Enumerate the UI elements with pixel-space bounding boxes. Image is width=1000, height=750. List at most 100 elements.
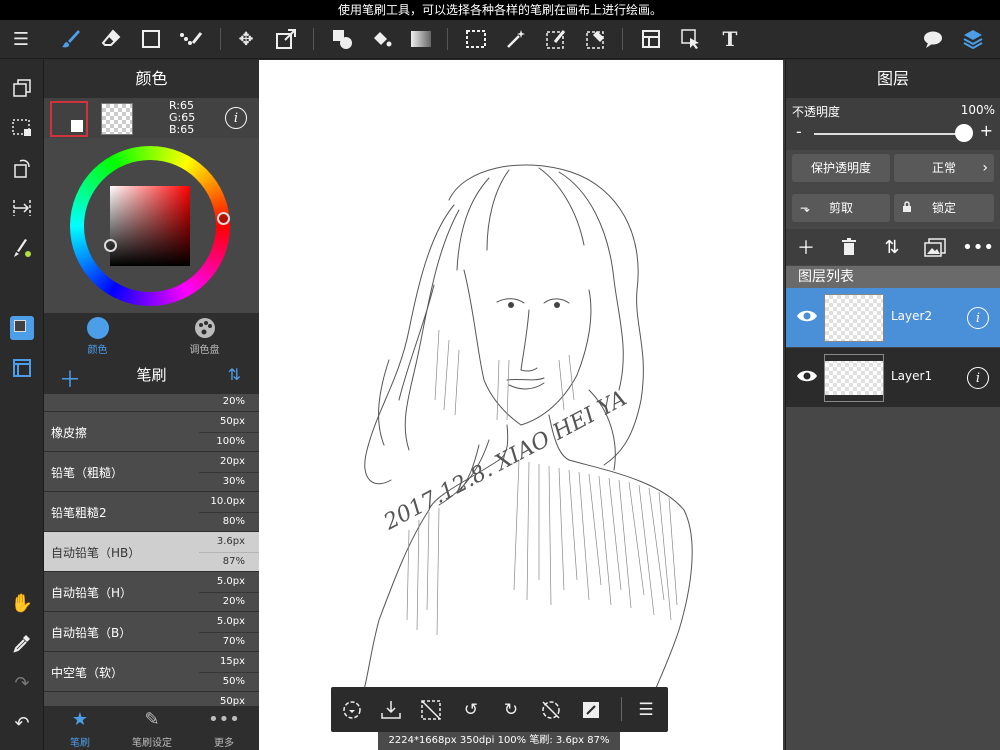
drawing-canvas[interactable]: 2017.12.8. XIAO HEI YA: [259, 60, 783, 750]
brush-settings-icon: ✎: [144, 709, 160, 730]
no-snap-icon[interactable]: [536, 695, 566, 725]
text-icon[interactable]: T: [711, 20, 749, 58]
undo-icon[interactable]: ↶: [4, 707, 40, 739]
eye-icon[interactable]: [796, 308, 818, 327]
layer-row-layer1[interactable]: Layer1 i: [786, 348, 1000, 408]
palette-icon: [194, 317, 216, 339]
sort-brush-icon[interactable]: ⇅: [228, 365, 241, 384]
lasso-rotate-icon[interactable]: [337, 695, 367, 725]
saturation-value-square[interactable]: [110, 186, 190, 266]
brush-item[interactable]: 铅笔粗糙2 10.0px 80%: [44, 492, 259, 532]
redo-icon[interactable]: ↷: [4, 667, 40, 699]
move-layer-icon[interactable]: ⇅: [877, 232, 907, 262]
opacity-plus-button[interactable]: +: [980, 121, 993, 140]
sv-handle[interactable]: [104, 239, 117, 252]
operation-icon[interactable]: [672, 20, 710, 58]
brush-item[interactable]: 自动铅笔（B） 5.0px 70%: [44, 612, 259, 652]
brush-item[interactable]: 50px: [44, 692, 259, 706]
canvas-menu-icon[interactable]: ☰: [631, 695, 661, 725]
color-wheel-area: [44, 138, 259, 313]
rectangle-icon[interactable]: [132, 20, 170, 58]
brush-icon[interactable]: [52, 20, 90, 58]
layer-info-icon[interactable]: i: [967, 307, 989, 329]
brush-item[interactable]: 中空笔（软） 15px 50%: [44, 652, 259, 692]
select-pen-icon[interactable]: [537, 20, 575, 58]
dots-brush-icon[interactable]: [172, 20, 210, 58]
brush-item[interactable]: 橡皮擦 50px 100%: [44, 412, 259, 452]
move-icon[interactable]: ✥: [227, 20, 265, 58]
opacity-slider-knob[interactable]: [955, 124, 973, 142]
tab-color[interactable]: 颜色: [44, 313, 151, 356]
sketch-drawing: 2017.12.8. XIAO HEI YA: [363, 164, 693, 701]
brush-panel-header: 笔刷 ＋ ⇅: [44, 356, 259, 394]
layer-info-icon[interactable]: i: [967, 367, 989, 389]
menu-icon[interactable]: ☰: [2, 20, 40, 58]
opacity-label: 不透明度: [792, 105, 841, 119]
color-circle-icon: [86, 317, 109, 339]
opacity-value: 100%: [960, 103, 995, 117]
tab-more[interactable]: ••• 更多: [188, 706, 260, 750]
more-dots-icon: •••: [208, 709, 240, 730]
opacity-control: 不透明度 100% - +: [786, 98, 1000, 150]
copy-icon[interactable]: [4, 72, 40, 104]
brush-item[interactable]: 自动铅笔（H） 5.0px 20%: [44, 572, 259, 612]
brush-tabs: ★ 笔刷 ✎ 笔刷设定 ••• 更多: [44, 706, 259, 750]
tab-brush[interactable]: ★ 笔刷: [44, 706, 116, 750]
brush-item[interactable]: 20%: [44, 394, 259, 412]
color-info-icon[interactable]: i: [225, 107, 247, 129]
trash-icon[interactable]: [834, 232, 864, 262]
select-eraser-icon[interactable]: [577, 20, 615, 58]
ruler-icon[interactable]: [4, 192, 40, 224]
clip-button[interactable]: ⬎ 剪取: [792, 194, 890, 222]
opacity-slider-track[interactable]: [814, 133, 964, 135]
protect-alpha-button[interactable]: 保护透明度: [792, 154, 890, 182]
clear-selection-icon[interactable]: [416, 695, 446, 725]
more-options-icon[interactable]: •••: [962, 232, 994, 262]
layer-name: Layer1: [891, 369, 933, 383]
opacity-minus-button[interactable]: -: [796, 122, 802, 141]
frame-window-icon[interactable]: [4, 352, 40, 384]
brush-list: 20% 橡皮擦 50px 100% 铅笔（粗糙） 20px 30% 铅笔粗糙2 10.0p…: [44, 394, 259, 706]
transform-icon[interactable]: [267, 20, 305, 58]
layer-row-layer2[interactable]: Layer2 i: [786, 288, 1000, 348]
layers-icon[interactable]: [954, 20, 992, 58]
layer-thumbnail: [824, 354, 884, 402]
save-canvas-icon[interactable]: [376, 695, 406, 725]
bucket-icon[interactable]: [362, 20, 400, 58]
color-swatch-icon[interactable]: [4, 312, 40, 344]
hue-wheel[interactable]: [70, 146, 230, 306]
eyedropper-icon[interactable]: [4, 627, 40, 659]
lock-label: 锁定: [931, 201, 956, 215]
transparent-swatch[interactable]: [101, 103, 133, 135]
brush-item[interactable]: 铅笔（粗糙） 20px 30%: [44, 452, 259, 492]
fill-layer-icon[interactable]: [576, 695, 606, 725]
brush-color-icon[interactable]: [4, 232, 40, 264]
redo-rotate-icon[interactable]: ↻: [496, 695, 526, 725]
lock-button[interactable]: 锁定: [894, 194, 994, 222]
eraser-icon[interactable]: [92, 20, 130, 58]
star-icon: ★: [71, 709, 89, 730]
tab-palette[interactable]: 调色盘: [151, 313, 258, 356]
magic-wand-icon[interactable]: [497, 20, 535, 58]
hand-icon[interactable]: ✋: [4, 587, 40, 619]
shape-fill-icon[interactable]: [323, 20, 361, 58]
select-rect-icon[interactable]: [457, 20, 495, 58]
import-image-icon[interactable]: [920, 232, 950, 262]
current-color-swatch[interactable]: [50, 101, 88, 137]
blend-mode-button[interactable]: 正常 ›: [894, 154, 994, 182]
undo-rotate-icon[interactable]: ↺: [456, 695, 486, 725]
color-tabs: 颜色 调色盘: [44, 313, 259, 356]
frame-icon[interactable]: [632, 20, 670, 58]
eye-icon[interactable]: [796, 368, 818, 387]
tab-brush-settings[interactable]: ✎ 笔刷设定: [116, 706, 188, 750]
speech-bubble-icon[interactable]: [914, 20, 952, 58]
hue-handle[interactable]: [217, 212, 230, 225]
rotate-icon[interactable]: [4, 152, 40, 184]
layer-list-header: 图层列表: [786, 266, 1000, 288]
add-brush-icon[interactable]: ＋: [59, 362, 81, 394]
brush-item-selected[interactable]: 自动铅笔（HB） 3.6px 87%: [44, 532, 259, 572]
add-layer-icon[interactable]: ＋: [791, 232, 821, 262]
layer-panel-title: 图层: [786, 60, 1000, 98]
gradient-icon[interactable]: [402, 20, 440, 58]
select-dashed-icon[interactable]: [4, 112, 40, 144]
